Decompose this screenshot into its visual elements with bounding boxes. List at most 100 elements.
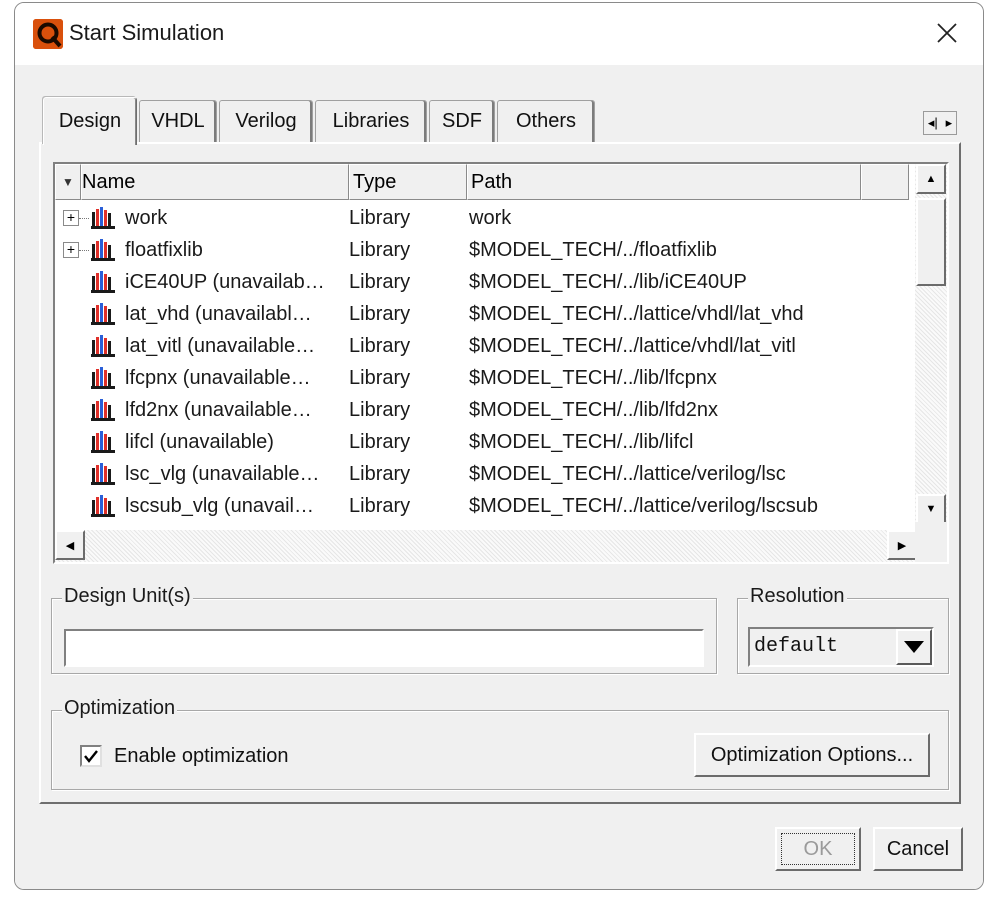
design-units-input[interactable] [64,629,704,667]
library-type: Library [349,430,411,453]
list-item[interactable]: lfd2nx (unavailable… Library $MODEL_TECH/.… [55,394,909,426]
list-header: ▼ Name Type Path [55,164,909,200]
ok-button[interactable]: OK [775,827,861,871]
cancel-button[interactable]: Cancel [873,827,963,871]
arrow-right-icon: ▶ [897,539,907,552]
column-header-type[interactable]: Type [349,164,467,200]
row-name-cell: lat_vitl (unavailable… [55,334,347,358]
row-name-cell: + floatfixlib [55,238,347,262]
scroll-right-button[interactable]: ▶ [887,530,917,560]
library-path: $MODEL_TECH/../lib/lfcpnx [469,366,717,389]
checkmark-icon [84,750,98,763]
tab-vhdl[interactable]: VHDL [139,100,217,142]
column-header-name[interactable]: Name [81,164,349,200]
tab-label: Verilog [235,110,297,132]
library-icon [91,334,117,358]
arrow-up-icon: ▲ [925,173,937,185]
tab-verilog[interactable]: Verilog [219,100,313,142]
horizontal-scrollbar[interactable]: ◀ ▶ [55,530,917,562]
tab-scroll-arrows[interactable]: ◂| ▸ [923,111,957,135]
sort-arrow-icon: ▼ [62,175,74,189]
library-type: Library [349,302,411,325]
window-title: Start Simulation [69,20,225,45]
list-item[interactable]: + work Library work [55,202,909,234]
optimization-group: Optimization Enable optimization Optimiz… [51,697,949,790]
library-icon [91,398,117,422]
scroll-right-icon[interactable]: ▸ [946,115,953,131]
list-item[interactable]: lat_vhd (unavailabl… Library $MODEL_TECH/.… [55,298,909,330]
list-item[interactable]: lsc_vlg (unavailable… Library $MODEL_TECH/… [55,458,909,490]
close-button[interactable] [925,13,969,53]
optimization-label: Optimization [62,697,178,720]
tab-others[interactable]: Others [497,100,595,142]
column-header-path[interactable]: Path [467,164,861,200]
library-type: Library [349,462,411,485]
tab-label: VHDL [151,110,205,132]
vertical-scroll-thumb[interactable] [916,198,946,286]
list-item[interactable]: iCE40UP (unavailab… Library $MODEL_TECH/..… [55,266,909,298]
column-header-filler [861,164,909,200]
arrow-left-icon: ◀ [65,539,75,552]
resolution-dropdown-button[interactable] [896,629,932,665]
library-rows: + work Library work + floatfixlib Library $MODE… [55,202,909,522]
library-name: lifcl (unavailable) [125,430,274,453]
vertical-scrollbar[interactable]: ▲ ▼ [915,164,947,524]
library-icon [91,494,117,518]
expand-plus-icon[interactable]: + [63,242,79,258]
design-units-group: Design Unit(s) [51,585,717,674]
close-icon [937,23,957,43]
library-type: Library [349,270,411,293]
focus-ring [781,833,855,865]
scroll-left-button[interactable]: ◀ [55,530,85,560]
tab-design[interactable]: Design [43,97,137,145]
sort-toggle[interactable]: ▼ [55,164,81,200]
resolution-select[interactable]: default [748,627,934,667]
library-path: $MODEL_TECH/../lattice/vhdl/lat_vhd [469,302,804,325]
chevron-down-icon [904,641,924,653]
list-item[interactable]: lfcpnx (unavailable… Library $MODEL_TECH/.… [55,362,909,394]
enable-optimization-checkbox[interactable] [80,745,102,767]
list-item[interactable]: lat_vitl (unavailable… Library $MODEL_TECH… [55,330,909,362]
library-name: lat_vitl (unavailable… [125,334,316,357]
library-name: floatfixlib [125,238,203,261]
library-icon [91,238,117,262]
row-name-cell: + work [55,206,347,230]
scroll-up-button[interactable]: ▲ [916,164,946,194]
optimization-options-button[interactable]: Optimization Options... [694,733,930,777]
row-name-cell: iCE40UP (unavailab… [55,270,347,294]
enable-optimization-label[interactable]: Enable optimization [114,745,289,768]
library-name: iCE40UP (unavailab… [125,270,325,293]
library-path: work [469,206,512,229]
library-path: $MODEL_TECH/../floatfixlib [469,238,717,261]
library-name: lat_vhd (unavailabl… [125,302,312,325]
library-path: $MODEL_TECH/../lib/lfd2nx [469,398,718,421]
library-list[interactable]: ▼ Name Type Path + work Library work + floatf… [53,162,949,564]
design-units-label: Design Unit(s) [62,585,193,608]
expand-plus-icon[interactable]: + [63,210,79,226]
title-bar: Start Simulation [15,3,983,65]
row-name-cell: lat_vhd (unavailabl… [55,302,347,326]
library-path: $MODEL_TECH/../lattice/vhdl/lat_vitl [469,334,796,357]
scroll-down-button[interactable]: ▼ [916,494,946,524]
tab-sdf[interactable]: SDF [429,100,495,142]
row-name-cell: lsc_vlg (unavailable… [55,462,347,486]
library-icon [91,366,117,390]
library-name: work [125,206,168,229]
library-name: lfcpnx (unavailable… [125,366,311,389]
modelsim-q-logo-icon [33,19,63,49]
library-name: lsc_vlg (unavailable… [125,462,320,485]
library-icon [91,302,117,326]
scroll-left-icon[interactable]: ◂| [928,115,938,131]
tab-libraries[interactable]: Libraries [315,100,427,142]
library-type: Library [349,238,411,261]
tab-label: Others [515,110,577,132]
library-path: $MODEL_TECH/../lattice/verilog/lscsub [469,494,819,517]
arrow-down-icon: ▼ [925,503,937,515]
list-item[interactable]: lifcl (unavailable) Library $MODEL_TECH/..… [55,426,909,458]
tab-label: SDF [442,110,482,132]
library-icon [91,270,117,294]
list-item[interactable]: + floatfixlib Library $MODEL_TECH/../floatf… [55,234,909,266]
library-type: Library [349,398,411,421]
list-item[interactable]: lscsub_vlg (unavail… Library $MODEL_TECH/.… [55,490,909,522]
library-path: $MODEL_TECH/../lib/iCE40UP [469,270,747,293]
